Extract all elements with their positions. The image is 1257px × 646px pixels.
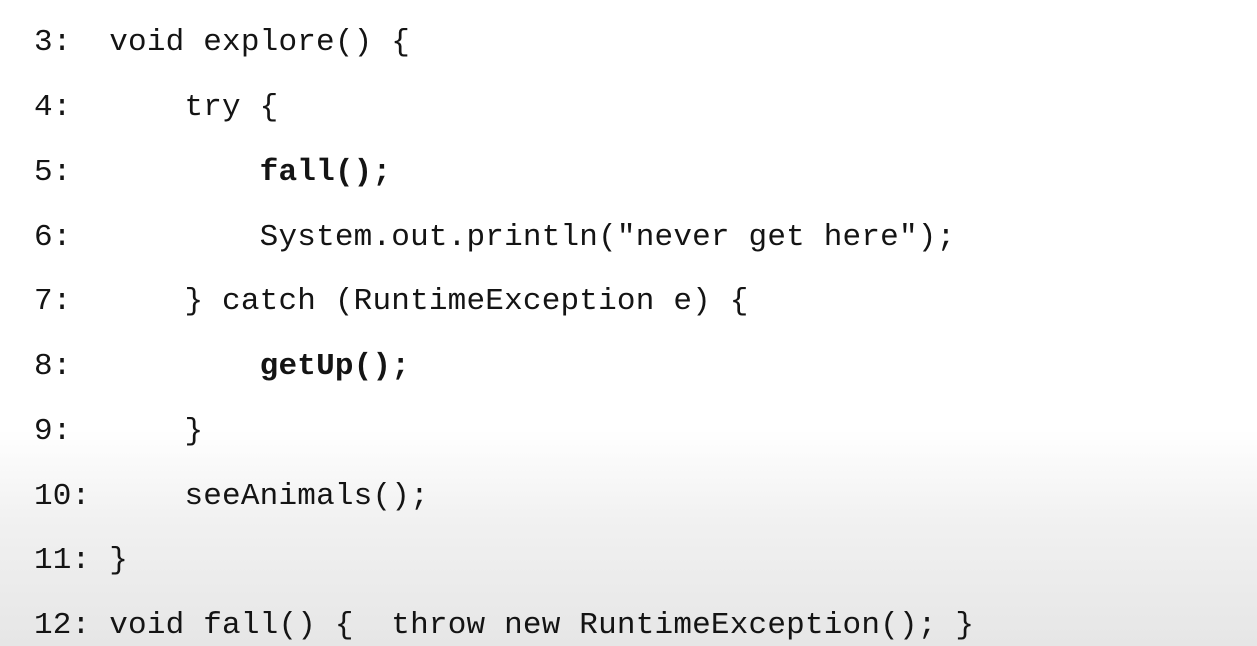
line-code: fall(); (259, 155, 392, 190)
line-number: 7: (34, 284, 72, 319)
code-line-8: 8: getUp(); (34, 347, 410, 387)
line-number: 3: (34, 25, 72, 60)
line-number: 6: (34, 220, 72, 255)
line-code: void fall() { throw new RuntimeException… (109, 608, 975, 643)
code-listing: 3: void explore() { 4: try { 5: fall(); … (0, 0, 1257, 646)
line-code: } catch (RuntimeException e) { (184, 284, 749, 319)
line-code: try { (184, 90, 279, 125)
code-line-3: 3: void explore() { (34, 23, 410, 63)
code-line-12: 12: void fall() { throw new RuntimeExcep… (34, 606, 974, 646)
code-line-6: 6: System.out.println("never get here"); (34, 218, 955, 258)
code-line-5: 5: fall(); (34, 153, 391, 193)
line-number: 10: (34, 479, 91, 514)
code-line-10: 10: seeAnimals(); (34, 477, 429, 517)
line-code: System.out.println("never get here"); (259, 220, 956, 255)
line-number: 5: (34, 155, 72, 190)
line-number: 4: (34, 90, 72, 125)
code-line-4: 4: try { (34, 88, 278, 128)
line-code: getUp(); (259, 349, 411, 384)
line-code: } (109, 543, 129, 578)
line-code: seeAnimals(); (184, 479, 429, 514)
line-number: 11: (34, 543, 91, 578)
line-number: 9: (34, 414, 72, 449)
line-code: void explore() { (109, 25, 411, 60)
code-line-9: 9: } (34, 412, 203, 452)
code-line-11: 11: } (34, 541, 128, 581)
code-line-7: 7: } catch (RuntimeException e) { (34, 282, 749, 322)
line-code: } (184, 414, 204, 449)
line-number: 8: (34, 349, 72, 384)
line-number: 12: (34, 608, 91, 643)
